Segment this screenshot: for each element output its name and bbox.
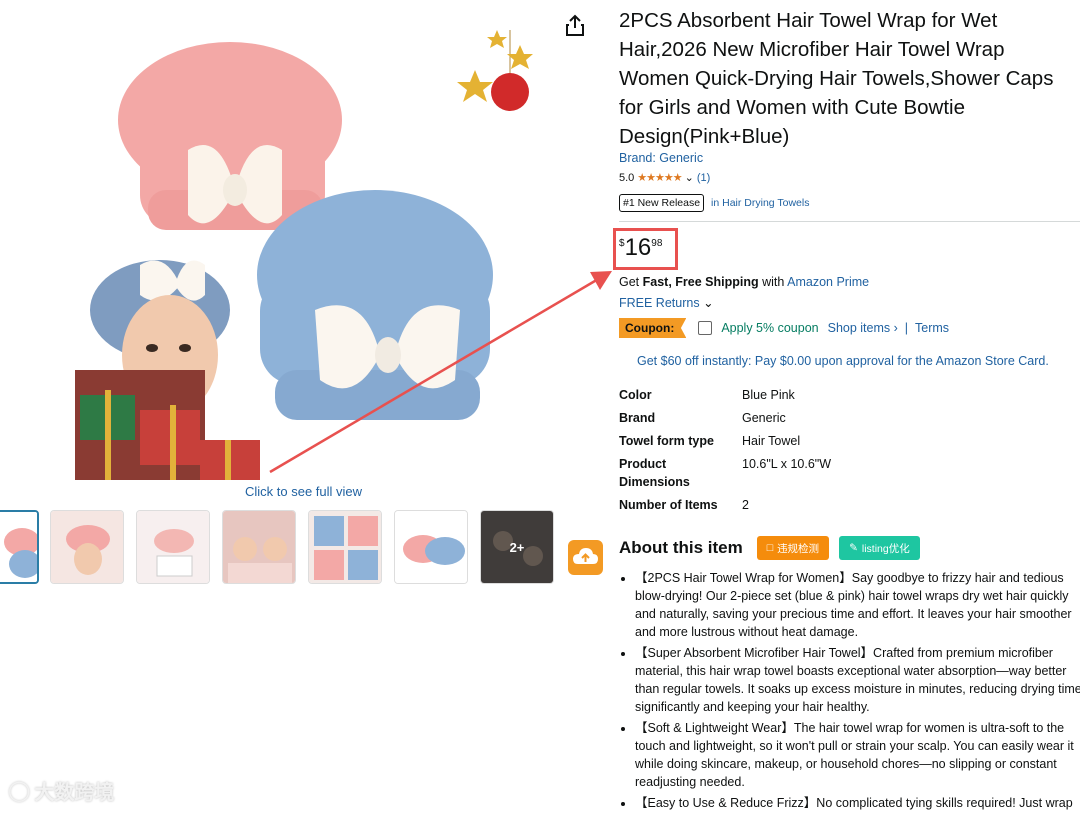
violation-check-button[interactable]: □ 违规检测	[756, 536, 830, 560]
cloud-upload-icon	[573, 548, 598, 564]
coupon-tag: Coupon:	[619, 318, 687, 338]
spec-key: Color	[619, 388, 652, 402]
list-item: 【Easy to Use & Reduce Frizz】No complicat…	[635, 794, 1080, 812]
shop-items-link[interactable]: Shop items ›	[828, 321, 898, 335]
thumbnail-4[interactable]	[222, 510, 296, 584]
list-item: 【Super Absorbent Microfiber Hair Towel】C…	[635, 644, 1080, 716]
chevron-down-icon[interactable]: ⌄	[685, 171, 694, 184]
share-icon[interactable]	[564, 14, 586, 38]
more-images-count: 2+	[481, 511, 553, 583]
shipping-info: Get Fast, Free Shipping with Amazon Prim…	[619, 275, 869, 289]
upload-cloud-button[interactable]	[568, 540, 603, 575]
list-item: 【Soft & Lightweight Wear】The hair towel …	[635, 719, 1080, 791]
main-product-image[interactable]	[70, 10, 540, 480]
product-title: 2PCS Absorbent Hair Towel Wrap for Wet H…	[619, 9, 1054, 148]
amazon-prime-link[interactable]: Amazon Prime	[787, 275, 869, 289]
star-rating-icon: ★★★★★	[637, 172, 682, 184]
rating-count-link[interactable]: (1)	[697, 172, 710, 184]
new-release-badge[interactable]: #1 New Release	[619, 194, 705, 212]
coupon-checkbox[interactable]	[698, 321, 713, 335]
thumbnail-2[interactable]	[50, 510, 124, 584]
document-icon: □	[766, 542, 774, 554]
thumbnail-7-more[interactable]: 2+	[480, 510, 554, 584]
watermark-logo-icon: ◯	[8, 780, 31, 802]
price-highlight-box	[613, 228, 678, 270]
table-row: Towel form type Hair Towel	[619, 432, 919, 455]
spec-key: Product Dimensions	[619, 457, 690, 489]
rating-value: 5.0	[619, 171, 635, 184]
shipping-prefix: Get	[619, 275, 643, 289]
thumbnail-6[interactable]	[394, 510, 468, 584]
click-to-see-full-view-link[interactable]: Click to see full view	[245, 484, 362, 499]
spec-value: 10.6"L x 10.6"W	[742, 457, 832, 471]
rating-summary[interactable]: 5.0 ★★★★★ ⌄ (1)	[619, 171, 710, 185]
thumbnail-1[interactable]	[0, 510, 39, 584]
spec-value: Generic	[742, 411, 786, 425]
table-row: Number of Items 2	[619, 496, 919, 519]
spec-key: Towel form type	[619, 434, 714, 448]
table-row: Brand Generic	[619, 409, 919, 432]
apply-coupon-label[interactable]: Apply 5% coupon	[721, 321, 818, 335]
free-returns-link[interactable]: FREE Returns ⌄	[619, 295, 714, 310]
about-title: About this item	[619, 538, 743, 557]
thumbnail-3[interactable]	[136, 510, 210, 584]
terms-link[interactable]: Terms	[915, 321, 949, 335]
shipping-bold: Fast, Free Shipping	[642, 275, 759, 289]
shipping-mid: with	[758, 275, 788, 289]
coupon-row: Coupon: Apply 5% coupon Shop items › | T…	[619, 318, 949, 338]
about-header: About this item □ 违规检测 ✎ listing优化	[619, 536, 930, 560]
table-row: Product Dimensions 10.6"L x 10.6"W	[619, 455, 919, 496]
table-row: Color Blue Pink	[619, 386, 919, 409]
brand-link[interactable]: Brand: Generic	[619, 151, 703, 165]
spec-value: Hair Towel	[742, 434, 801, 448]
listing-optimize-button[interactable]: ✎ listing优化	[839, 536, 920, 560]
thumbnail-5[interactable]	[308, 510, 382, 584]
spec-value: Blue Pink	[742, 388, 795, 402]
separator: |	[904, 321, 909, 335]
chevron-down-icon: ⌄	[703, 296, 714, 310]
store-card-promo-link[interactable]: Get $60 off instantly: Pay $0.00 upon ap…	[637, 354, 1049, 368]
violation-check-label: 违规检测	[777, 542, 820, 555]
spec-key: Number of Items	[619, 498, 718, 512]
listing-optimize-label: listing优化	[861, 542, 910, 555]
watermark: ◯ 大数跨境	[8, 776, 114, 805]
watermark-text: 大数跨境	[34, 782, 115, 804]
best-seller-badge-row: #1 New Release in Hair Drying Towels	[619, 194, 809, 212]
product-specs-table: Color Blue Pink Brand Generic Towel form t…	[619, 386, 919, 519]
spec-value: 2	[742, 498, 749, 512]
edit-icon: ✎	[849, 542, 858, 554]
spec-key: Brand	[619, 411, 656, 425]
free-returns-label: FREE Returns	[619, 296, 700, 310]
badge-category-link[interactable]: in Hair Drying Towels	[711, 197, 809, 209]
list-item: 【2PCS Hair Towel Wrap for Women】Say good…	[635, 569, 1080, 641]
feature-bullets: 【2PCS Hair Towel Wrap for Women】Say good…	[619, 569, 1080, 815]
divider	[619, 221, 1080, 222]
